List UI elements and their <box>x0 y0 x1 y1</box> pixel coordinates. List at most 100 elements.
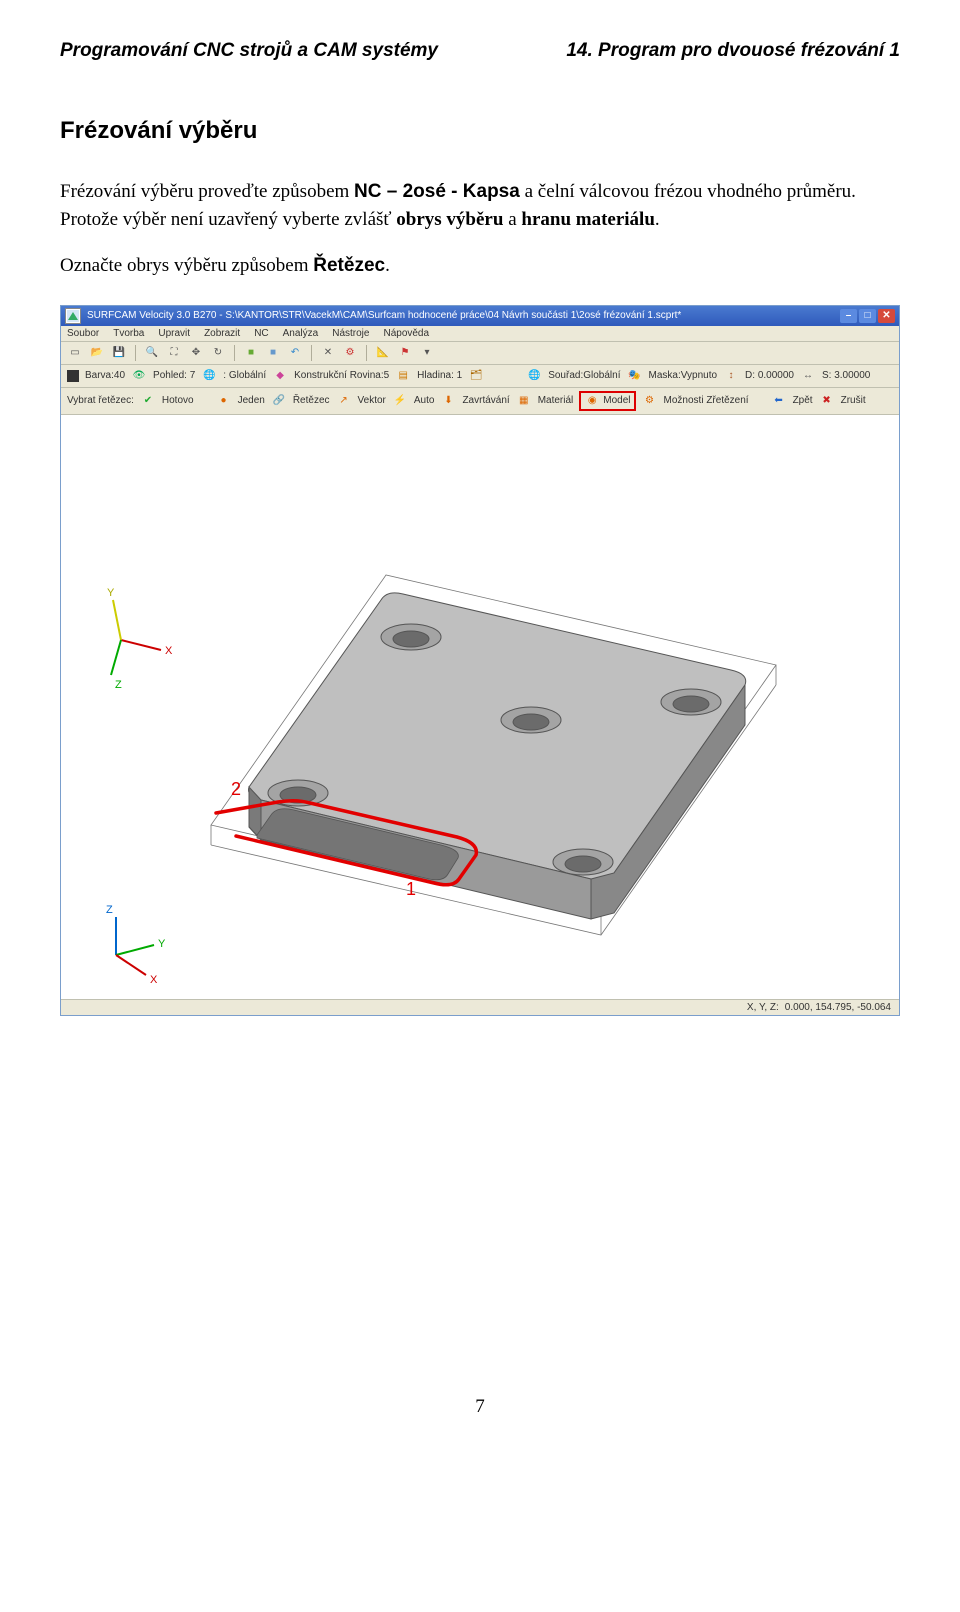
toolbar-view: Barva:40 👁 Pohled: 7 🌐 : Globální ◆ Kons… <box>61 365 899 388</box>
wireframe-icon[interactable]: ■ <box>243 345 259 361</box>
mask-icon: 🎭 <box>626 368 642 384</box>
hotovo-icon: ✔ <box>140 393 156 409</box>
retezec-icon: 🔗 <box>271 393 287 409</box>
coord-icon: 🌐 <box>526 368 542 384</box>
axis-triad-center: X Y Z <box>107 587 173 691</box>
layer-icon: ▤ <box>395 368 411 384</box>
options-icon: ⚙ <box>642 393 658 409</box>
app-icon <box>65 308 81 324</box>
zoom-icon[interactable]: 🔍 <box>144 345 160 361</box>
menu-analyza[interactable]: Analýza <box>283 328 319 339</box>
model-button-highlighted: ◉ Model <box>579 391 635 411</box>
svg-text:X: X <box>165 645 173 657</box>
toolbar-icons: ▭ 📂 💾 🔍 ⛶ ✥ ↻ ■ ■ ↶ ✕ ⚙ 📐 ⚑ ▾ <box>61 342 899 365</box>
material-button[interactable]: Materiál <box>538 395 574 406</box>
annotation-2: 2 <box>231 779 241 799</box>
menu-soubor[interactable]: Soubor <box>67 328 99 339</box>
eye-icon: 👁 <box>131 368 147 384</box>
rotate-icon[interactable]: ↻ <box>210 345 226 361</box>
global-label[interactable]: : Globální <box>223 370 266 381</box>
svg-text:Z: Z <box>106 904 113 916</box>
zoom-fit-icon[interactable]: ⛶ <box>166 345 182 361</box>
rovina-label[interactable]: Konstrukční Rovina:5 <box>294 370 389 381</box>
zrusit-button[interactable]: Zrušit <box>841 395 866 406</box>
zavrtavani-icon: ⬇ <box>440 393 456 409</box>
spacing-icon: ↔ <box>800 368 816 384</box>
viewport-3d[interactable]: 1 2 X Y Z Z Y X <box>61 415 899 999</box>
new-icon[interactable]: ▭ <box>67 345 83 361</box>
hotovo-button[interactable]: Hotovo <box>162 395 194 406</box>
svg-text:X: X <box>150 974 158 986</box>
maximize-button[interactable]: □ <box>859 309 876 323</box>
depth-icon: ↕ <box>723 368 739 384</box>
vektor-button[interactable]: Vektor <box>358 395 386 406</box>
jeden-icon: ● <box>216 393 232 409</box>
moznosti-button[interactable]: Možnosti Zřetězení <box>664 395 749 406</box>
shade-icon[interactable]: ■ <box>265 345 281 361</box>
vektor-icon: ↗ <box>336 393 352 409</box>
annotation-1: 1 <box>406 879 416 899</box>
globe-icon: 🌐 <box>201 368 217 384</box>
window-title: SURFCAM Velocity 3.0 B270 - S:\KANTOR\ST… <box>87 310 681 321</box>
pan-icon[interactable]: ✥ <box>188 345 204 361</box>
hladina-label[interactable]: Hladina: 1 <box>417 370 462 381</box>
check-icon[interactable]: ▾ <box>419 345 435 361</box>
page-number: 7 <box>60 1396 900 1418</box>
section-title: Frézování výběru <box>60 117 900 145</box>
zavrtavani-button[interactable]: Zavrtávání <box>462 395 509 406</box>
window-titlebar: SURFCAM Velocity 3.0 B270 - S:\KANTOR\ST… <box>61 306 899 326</box>
auto-icon: ⚡ <box>392 393 408 409</box>
minimize-button[interactable]: – <box>840 309 857 323</box>
menu-tvorba[interactable]: Tvorba <box>113 328 144 339</box>
menu-napoveda[interactable]: Nápověda <box>383 328 429 339</box>
status-value: 0.000, 154.795, -50.064 <box>785 1002 891 1013</box>
svg-text:Y: Y <box>107 587 115 599</box>
status-label: X, Y, Z: <box>747 1002 779 1013</box>
maska-label[interactable]: Maska:Vypnuto <box>648 370 717 381</box>
header-left: Programování CNC strojů a CAM systémy <box>60 40 438 62</box>
menu-upravit[interactable]: Upravit <box>158 328 190 339</box>
delete-icon[interactable]: ✕ <box>320 345 336 361</box>
status-bar: X, Y, Z: 0.000, 154.795, -50.064 <box>61 999 899 1015</box>
page-header: Programování CNC strojů a CAM systémy 14… <box>60 40 900 62</box>
header-right: 14. Program pro dvouosé frézování 1 <box>566 40 900 62</box>
color-swatch[interactable] <box>67 370 79 382</box>
jeden-button[interactable]: Jeden <box>238 395 265 406</box>
undo-icon[interactable]: ↶ <box>287 345 303 361</box>
material-icon: ▦ <box>516 393 532 409</box>
s-label[interactable]: S: 3.00000 <box>822 370 870 381</box>
layers-icon[interactable]: 🗂 <box>468 368 484 384</box>
vybrat-label: Vybrat řetězec: <box>67 395 134 406</box>
paragraph-2: Označte obrys výběru způsobem Řetězec. <box>60 252 900 280</box>
plane-icon: ◆ <box>272 368 288 384</box>
window-controls: – □ ✕ <box>840 309 895 323</box>
measure-icon[interactable]: 📐 <box>375 345 391 361</box>
model-icon: ◉ <box>584 393 600 409</box>
d-label[interactable]: D: 0.00000 <box>745 370 794 381</box>
edit-icon[interactable]: ⚙ <box>342 345 358 361</box>
save-icon[interactable]: 💾 <box>111 345 127 361</box>
pohled-label[interactable]: Pohled: 7 <box>153 370 195 381</box>
zpet-button[interactable]: Zpět <box>793 395 813 406</box>
barva-label[interactable]: Barva:40 <box>85 370 125 381</box>
menu-nc[interactable]: NC <box>254 328 268 339</box>
cad-graphic: 1 2 X Y Z Z Y X <box>61 415 899 999</box>
embedded-screenshot: SURFCAM Velocity 3.0 B270 - S:\KANTOR\ST… <box>60 305 900 1016</box>
cancel-icon: ✖ <box>819 393 835 409</box>
flag-icon[interactable]: ⚑ <box>397 345 413 361</box>
menu-zobrazit[interactable]: Zobrazit <box>204 328 240 339</box>
back-icon: ⬅ <box>771 393 787 409</box>
svg-text:Z: Z <box>115 679 122 691</box>
open-icon[interactable]: 📂 <box>89 345 105 361</box>
paragraph-1: Frézování výběru proveďte způsobem NC – … <box>60 178 900 233</box>
retezec-button[interactable]: Řetězec <box>293 395 330 406</box>
svg-text:Y: Y <box>158 938 166 950</box>
model-button[interactable]: Model <box>603 395 630 406</box>
menu-nastroje[interactable]: Nástroje <box>332 328 369 339</box>
auto-button[interactable]: Auto <box>414 395 435 406</box>
axis-triad-lower: Z Y X <box>106 904 166 986</box>
sourad-label[interactable]: Souřad:Globální <box>548 370 620 381</box>
close-button[interactable]: ✕ <box>878 309 895 323</box>
menu-bar: Soubor Tvorba Upravit Zobrazit NC Analýz… <box>61 326 899 342</box>
toolbar-chain: Vybrat řetězec: ✔ Hotovo ● Jeden 🔗 Řetěz… <box>61 388 899 415</box>
